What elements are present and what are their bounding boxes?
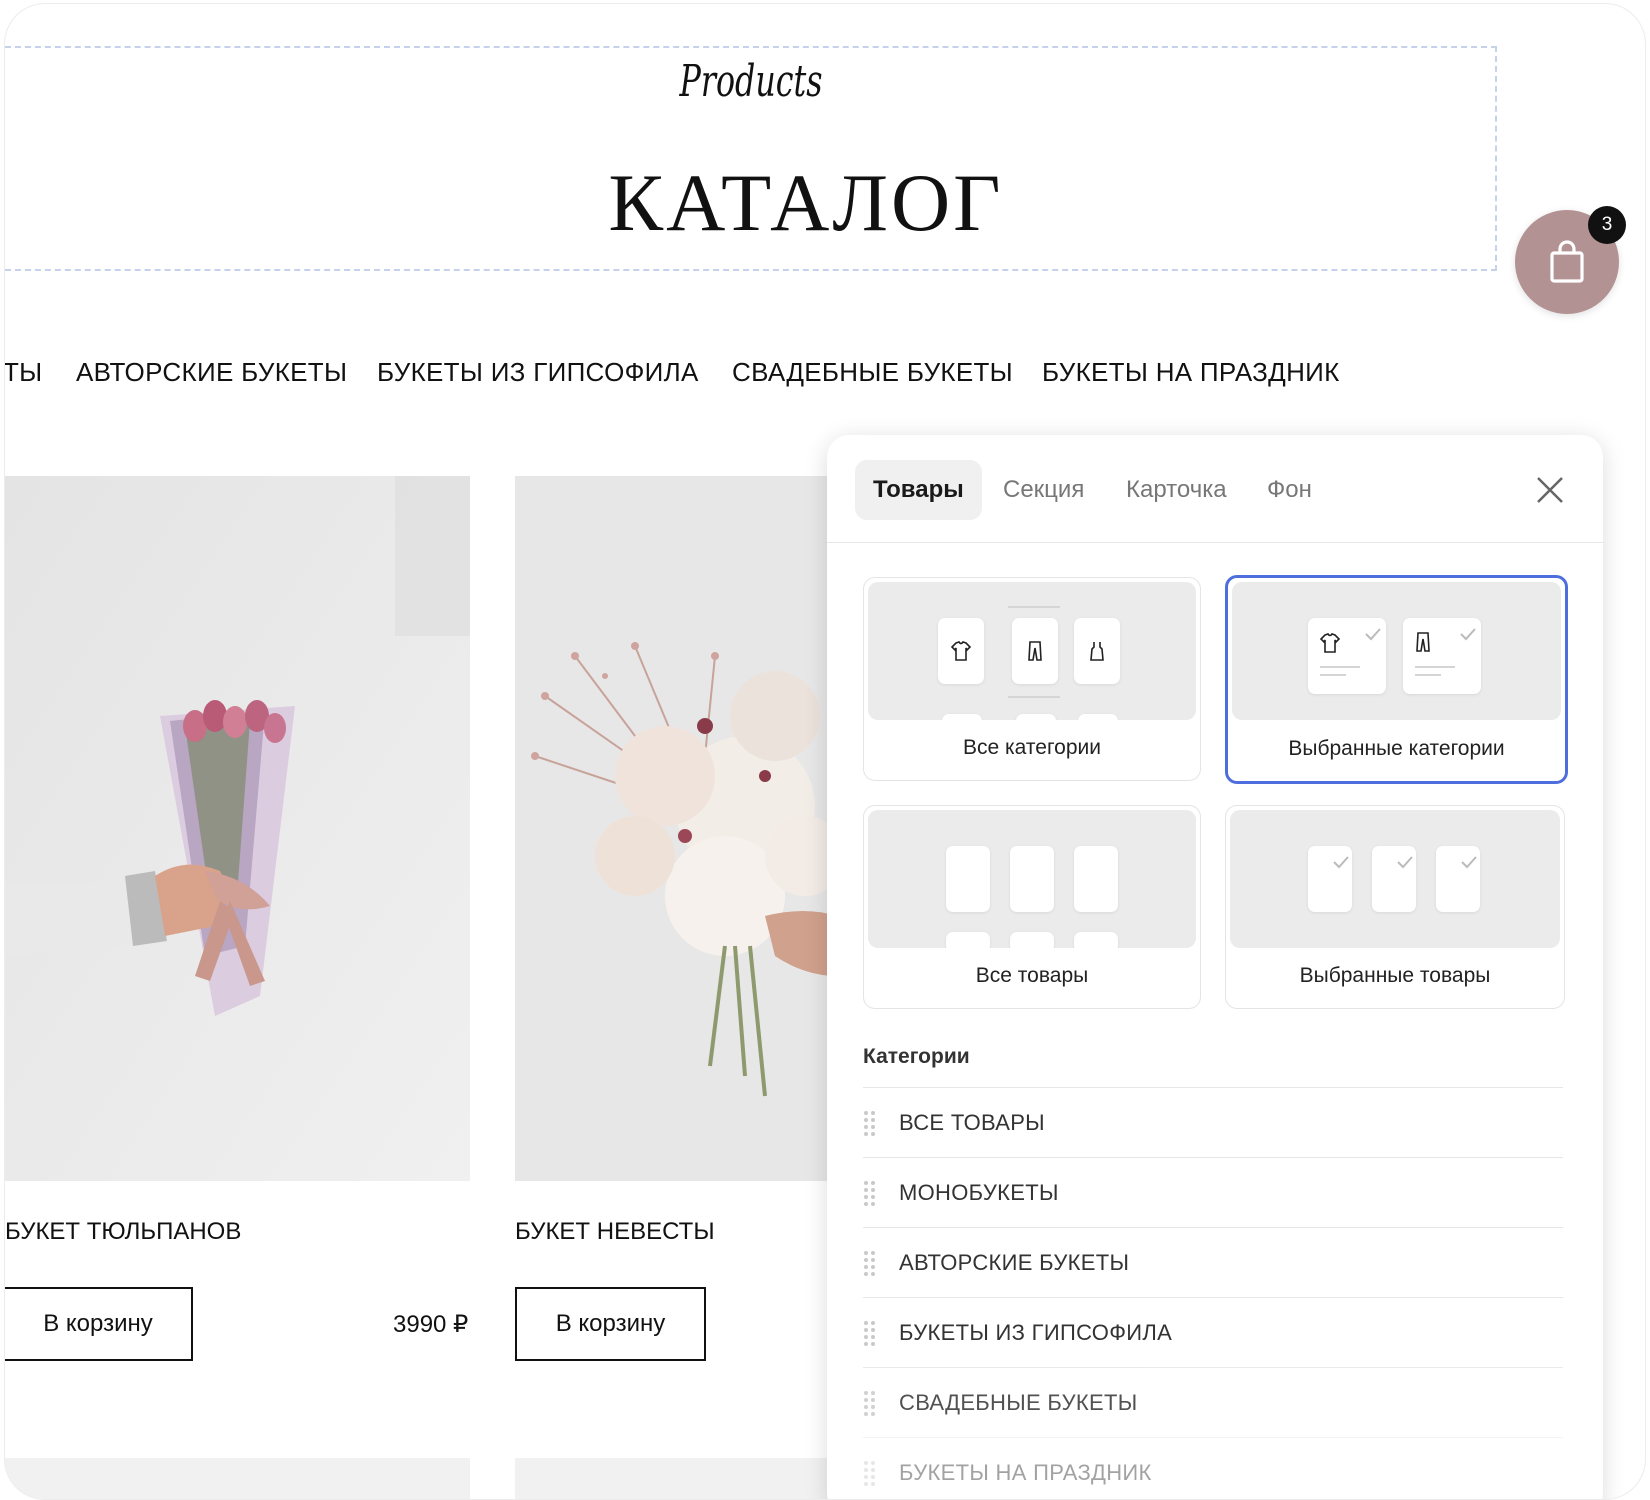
option-thumbnail <box>868 582 1196 720</box>
option-selected-categories[interactable]: Выбранные категории <box>1225 575 1568 784</box>
tab-card[interactable]: Карточка <box>1108 460 1245 520</box>
category-nav-item[interactable]: БУКЕТЫ НА ПРАЗДНИК <box>1042 357 1340 388</box>
option-all-categories[interactable]: Все категории <box>863 577 1201 781</box>
option-all-products[interactable]: Все товары <box>863 805 1201 1009</box>
product-image-bridal[interactable] <box>515 476 837 1181</box>
product-price: 3990 ₽ <box>393 1311 469 1338</box>
category-nav-item[interactable]: ТЫ <box>5 357 43 388</box>
option-label: Выбранные категории <box>1288 737 1505 760</box>
option-thumbnail <box>1232 582 1561 720</box>
option-label: Все категории <box>963 736 1101 759</box>
panel-tabs: Товары Секция Карточка Фон <box>827 435 1603 543</box>
product-image-tulips[interactable] <box>5 476 470 1181</box>
tshirt-card-icon <box>1308 618 1386 694</box>
dress-icon <box>1074 618 1120 684</box>
close-icon[interactable] <box>1532 472 1568 508</box>
option-thumbnail <box>868 810 1196 948</box>
category-nav-item[interactable]: БУКЕТЫ ИЗ ГИПСОФИЛА <box>377 357 699 388</box>
shopping-bag-icon <box>1550 240 1584 283</box>
check-icon <box>1308 846 1352 912</box>
add-to-cart-button[interactable]: В корзину <box>515 1287 706 1361</box>
category-nav-item[interactable]: СВАДЕБНЫЕ БУКЕТЫ <box>732 357 1013 388</box>
option-thumbnail <box>1230 810 1560 948</box>
tab-section[interactable]: Секция <box>985 460 1102 520</box>
check-icon <box>1372 846 1416 912</box>
page-frame: Products КАТАЛОГ 3 ТЫ АВТОРСКИЕ БУКЕТЫ Б… <box>5 4 1645 1499</box>
page-subtitle: Products <box>679 56 823 107</box>
option-selected-products[interactable]: Выбранные товары <box>1225 805 1565 1009</box>
tshirt-icon <box>938 618 984 684</box>
pants-icon <box>1012 618 1058 684</box>
product-title[interactable]: БУКЕТ НЕВЕСТЫ <box>515 1218 715 1246</box>
option-label: Выбранные товары <box>1299 964 1491 987</box>
pants-card-icon <box>1403 618 1481 694</box>
tab-background[interactable]: Фон <box>1249 460 1330 520</box>
option-label: Все товары <box>975 964 1089 987</box>
tab-products[interactable]: Товары <box>855 460 982 520</box>
cart-count-badge: 3 <box>1588 206 1626 244</box>
product-title[interactable]: БУКЕТ ТЮЛЬПАНОВ <box>5 1218 241 1246</box>
add-to-cart-button[interactable]: В корзину <box>5 1287 193 1361</box>
page-title: КАТАЛОГ <box>608 157 1004 248</box>
settings-panel: Товары Секция Карточка Фон Все категории… <box>827 435 1603 1499</box>
product-image-next <box>5 1458 470 1499</box>
category-nav-item[interactable]: АВТОРСКИЕ БУКЕТЫ <box>76 357 347 388</box>
product-image-next <box>515 1458 837 1499</box>
check-icon <box>1436 846 1480 912</box>
